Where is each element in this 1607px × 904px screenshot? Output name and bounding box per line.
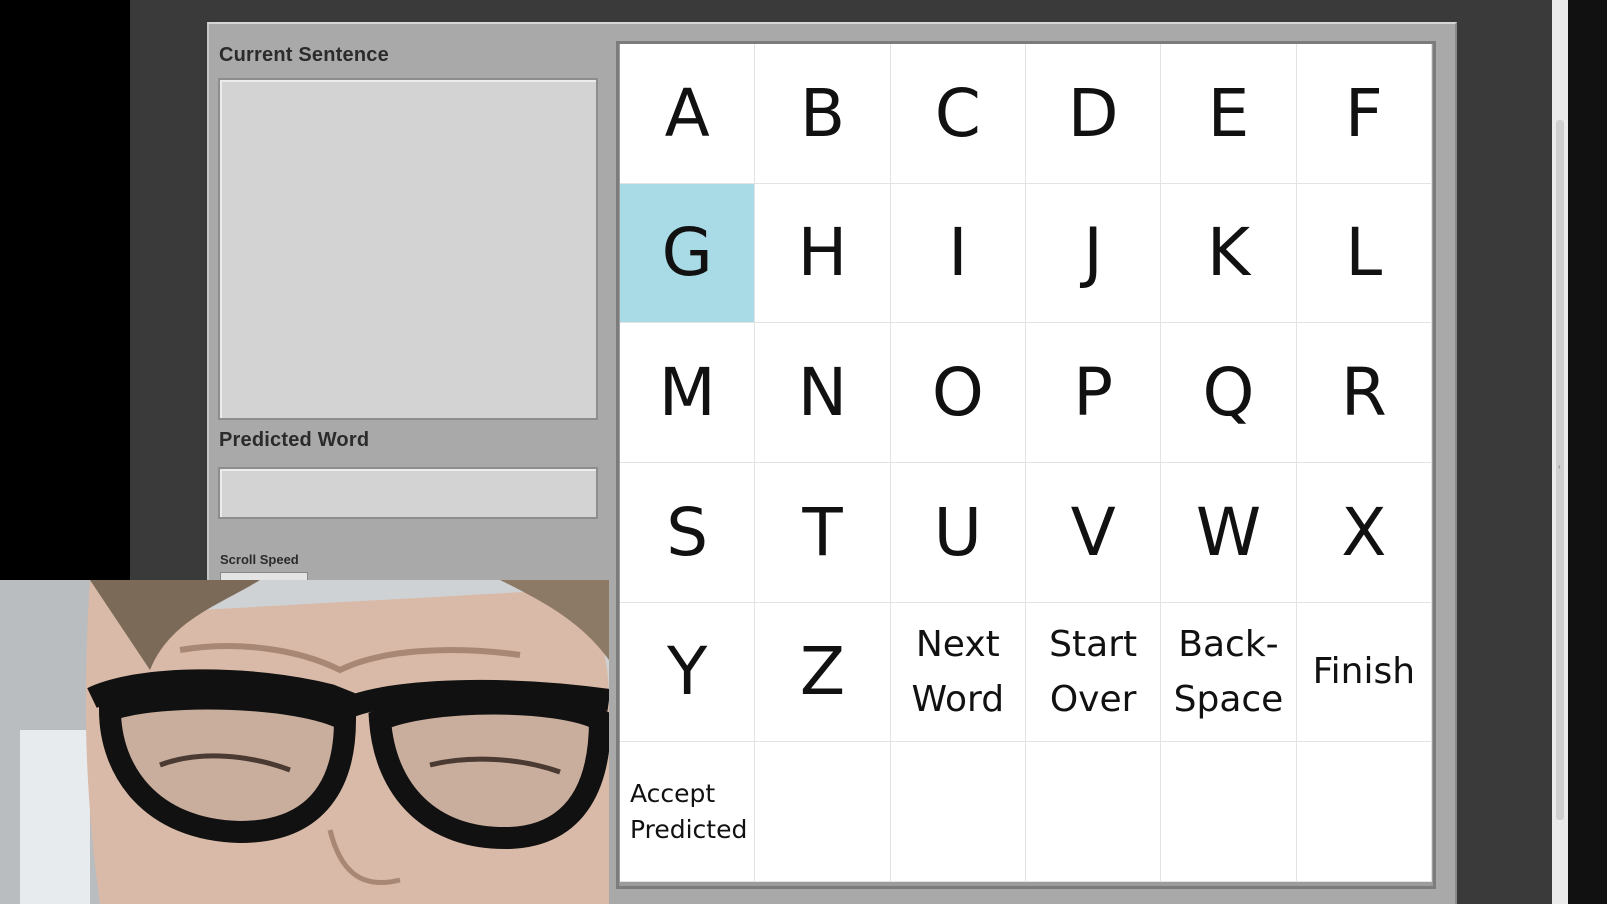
key-empty-33 — [1025, 742, 1162, 882]
key-k[interactable]: K — [1161, 183, 1297, 324]
key-v[interactable]: V — [1025, 463, 1162, 603]
key-finish[interactable]: Finish — [1296, 602, 1432, 743]
key-b[interactable]: B — [755, 44, 891, 184]
key-p[interactable]: P — [1025, 323, 1162, 463]
key-i[interactable]: I — [890, 183, 1026, 324]
key-empty-35 — [1296, 742, 1432, 882]
key-d[interactable]: D — [1025, 44, 1162, 184]
key-h[interactable]: H — [755, 183, 891, 324]
webcam-feed-image — [0, 580, 609, 904]
key-q[interactable]: Q — [1161, 323, 1297, 463]
key-z[interactable]: Z — [755, 602, 891, 743]
speller-keyboard-grid: A B C D E F G H I J K L M N O P Q R S T U V W X Y Z Next Word Start… — [620, 44, 1432, 882]
key-a[interactable]: A — [620, 44, 756, 184]
key-j[interactable]: J — [1025, 183, 1162, 324]
key-u[interactable]: U — [890, 463, 1026, 603]
key-x[interactable]: X — [1296, 463, 1432, 603]
key-f[interactable]: F — [1296, 44, 1432, 184]
key-empty-32 — [890, 742, 1026, 882]
key-g[interactable]: G — [620, 183, 756, 324]
predicted-word-label: Predicted Word — [219, 429, 370, 451]
key-y[interactable]: Y — [620, 602, 756, 743]
key-t[interactable]: T — [755, 463, 891, 603]
key-s[interactable]: S — [620, 463, 756, 603]
key-next-word[interactable]: Next Word — [890, 602, 1026, 743]
webcam-feed — [0, 580, 609, 904]
key-accept-predicted[interactable]: Accept Predicted — [620, 742, 756, 882]
key-e[interactable]: E — [1161, 44, 1297, 184]
key-w[interactable]: W — [1161, 463, 1297, 603]
key-c[interactable]: C — [890, 44, 1026, 184]
key-l[interactable]: L — [1296, 183, 1432, 324]
predicted-word-field[interactable] — [218, 467, 598, 519]
key-start-over[interactable]: Start Over — [1025, 602, 1162, 743]
key-empty-31 — [755, 742, 891, 882]
scrollbar-grip-icon: ‹ — [1558, 462, 1561, 471]
screen-edge — [1568, 0, 1607, 904]
current-sentence-field[interactable] — [218, 78, 598, 420]
current-sentence-label: Current Sentence — [219, 44, 389, 66]
screen: ‹ Current Sentence Predicted Word Scroll… — [0, 0, 1607, 904]
key-o[interactable]: O — [890, 323, 1026, 463]
scroll-speed-label: Scroll Speed — [220, 552, 299, 567]
key-n[interactable]: N — [755, 323, 891, 463]
key-m[interactable]: M — [620, 323, 756, 463]
key-empty-34 — [1161, 742, 1297, 882]
key-r[interactable]: R — [1296, 323, 1432, 463]
key-back-space[interactable]: Back- Space — [1161, 602, 1297, 743]
